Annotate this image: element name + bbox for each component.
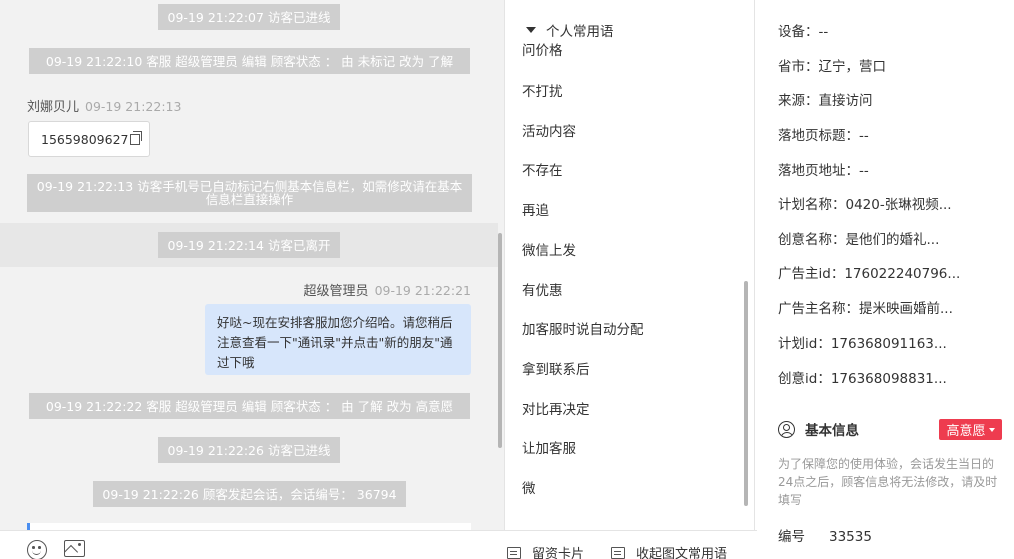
visitor-name: 刘娜贝儿 (27, 100, 80, 115)
phrase-item[interactable]: 拿到联系后 (522, 358, 590, 378)
phrase-group-label: 个人常用语 (546, 24, 614, 40)
chat-scrollbar[interactable] (498, 233, 502, 448)
agent-name: 超级管理员 (303, 284, 369, 299)
session-id-row: 编号 33535 (778, 525, 872, 545)
phrase-item[interactable]: 不存在 (522, 159, 563, 179)
visitor-sender: 刘娜贝儿 09-19 21:22:13 (27, 96, 181, 115)
session-id-label: 编号 (778, 529, 805, 545)
info-row-plan-id: 计划id：176368091163... (778, 336, 947, 352)
caret-down-icon (526, 27, 536, 33)
phrase-item[interactable]: 微 (522, 477, 536, 497)
info-row-advertiser-id: 广告主id：176022240796... (778, 266, 961, 282)
info-row-creative-name: 创意名称：是他们的婚礼... (778, 232, 940, 248)
info-row-creative-id: 创意id：176368098831... (778, 371, 947, 387)
phrase-item[interactable]: 不打扰 (522, 80, 563, 100)
phrase-item[interactable]: 活动内容 (522, 120, 576, 140)
image-icon[interactable] (64, 540, 85, 557)
info-row-region: 省市：辽宁，营口 (778, 59, 886, 75)
message-edge (30, 523, 471, 530)
info-row-source: 来源：直接访问 (778, 93, 873, 109)
emoji-icon[interactable] (27, 540, 47, 559)
phrase-item[interactable]: 加客服时说自动分配 (522, 318, 644, 338)
lead-card-button[interactable]: 留资卡片 (507, 543, 584, 559)
system-message: 09-19 21:22:26 访客已进线 (158, 437, 340, 463)
phrase-group-header[interactable]: 个人常用语 (525, 20, 614, 40)
info-row-device: 设备：-- (778, 24, 829, 40)
info-row-landing-title: 落地页标题：-- (778, 128, 869, 144)
phrase-item[interactable]: 对比再决定 (522, 398, 590, 418)
phrase-item[interactable]: 让加客服 (522, 437, 576, 457)
phrase-item[interactable]: 有优惠 (522, 279, 563, 299)
collapse-phrases-label: 收起图文常用语 (636, 547, 728, 559)
agent-sender: 超级管理员 09-19 21:22:21 (304, 280, 471, 299)
system-message: 09-19 21:22:14 访客已离开 (158, 232, 340, 258)
chat-panel: 09-19 21:22:07 访客已进线 09-19 21:22:10 客服 超… (0, 0, 505, 530)
info-row-advertiser-name: 广告主名称：提米映画婚前... (778, 301, 953, 317)
system-message: 09-19 21:22:13 访客手机号已自动标记右侧基本信息栏，如需修改请在基… (27, 174, 472, 212)
collapse-phrases-button[interactable]: 收起图文常用语 (611, 543, 727, 559)
info-row-plan-name: 计划名称：0420-张琳视频... (778, 197, 952, 213)
phrases-scrollbar[interactable] (744, 281, 748, 506)
caret-down-icon (988, 427, 995, 432)
message-accent (27, 523, 30, 530)
edit-notice: 为了保障您的使用体验，会话发生当日的24点之后，顾客信息将无法修改，请及时填写 (778, 457, 998, 507)
agent-message-bubble: 好哒~现在安排客服加您介绍哈。请您稍后注意查看一下"通讯录"并点击"新的朋友"通… (205, 304, 471, 375)
system-message: 09-19 21:22:10 客服 超级管理员 编辑 顾客状态 ： 由 未标记 … (29, 48, 470, 74)
intent-status-label: 高意愿 (946, 424, 986, 439)
basic-info-title: 基本信息 (778, 419, 859, 439)
basic-info-label: 基本信息 (805, 423, 859, 439)
visitor-time: 09-19 21:22:13 (85, 99, 182, 114)
phrase-item[interactable]: 微信上发 (522, 239, 576, 259)
card-icon (507, 546, 521, 559)
user-circle-icon (778, 420, 795, 438)
phrases-panel: 个人常用语 问价格 不打扰 活动内容 不存在 再追 微信上发 有优惠 加客服时说… (505, 0, 755, 530)
agent-time: 09-19 21:22:21 (374, 283, 471, 298)
phone-number: 15659809627 (41, 131, 129, 147)
customer-info-panel: 设备：-- 省市：辽宁，营口 来源：直接访问 落地页标题：-- 落地页地址：--… (757, 0, 1014, 559)
card-icon (611, 546, 625, 559)
phone-card[interactable]: 15659809627 (28, 121, 150, 157)
session-id-value: 33535 (829, 529, 872, 545)
phrase-item[interactable]: 问价格 (522, 39, 563, 59)
system-message: 09-19 21:22:22 客服 超级管理员 编辑 顾客状态 ： 由 了解 改… (29, 393, 470, 419)
phrase-item[interactable]: 再追 (522, 199, 549, 219)
copy-icon[interactable] (130, 130, 143, 145)
system-message: 09-19 21:22:26 顾客发起会话，会话编号： 36794 (93, 481, 406, 507)
lead-card-label: 留资卡片 (532, 547, 585, 559)
intent-status-dropdown[interactable]: 高意愿 (939, 419, 1002, 440)
system-message: 09-19 21:22:07 访客已进线 (158, 4, 340, 30)
info-row-landing-url: 落地页地址：-- (778, 163, 869, 179)
